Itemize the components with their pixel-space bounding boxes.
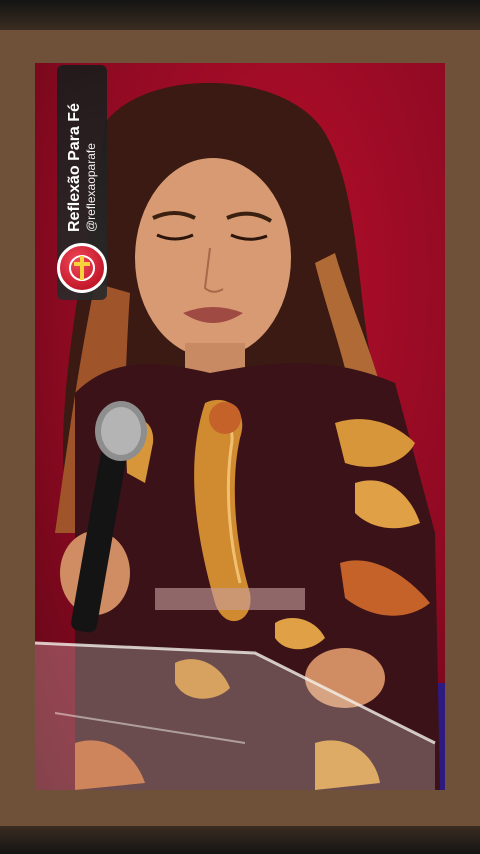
top-letterbox (0, 0, 480, 30)
bottom-letterbox (0, 826, 480, 854)
cross-icon (69, 255, 95, 281)
banner-text-group: Reflexão Para Fé @reflexaoparafe (51, 63, 113, 240)
channel-name: Reflexão Para Fé (66, 103, 83, 232)
channel-logo[interactable] (57, 243, 107, 293)
channel-handle: @reflexaoparafe (84, 143, 98, 232)
video-frame[interactable]: Reflexão Para Fé @reflexaoparafe (35, 63, 445, 790)
channel-banner[interactable]: Reflexão Para Fé @reflexaoparafe (51, 65, 113, 300)
